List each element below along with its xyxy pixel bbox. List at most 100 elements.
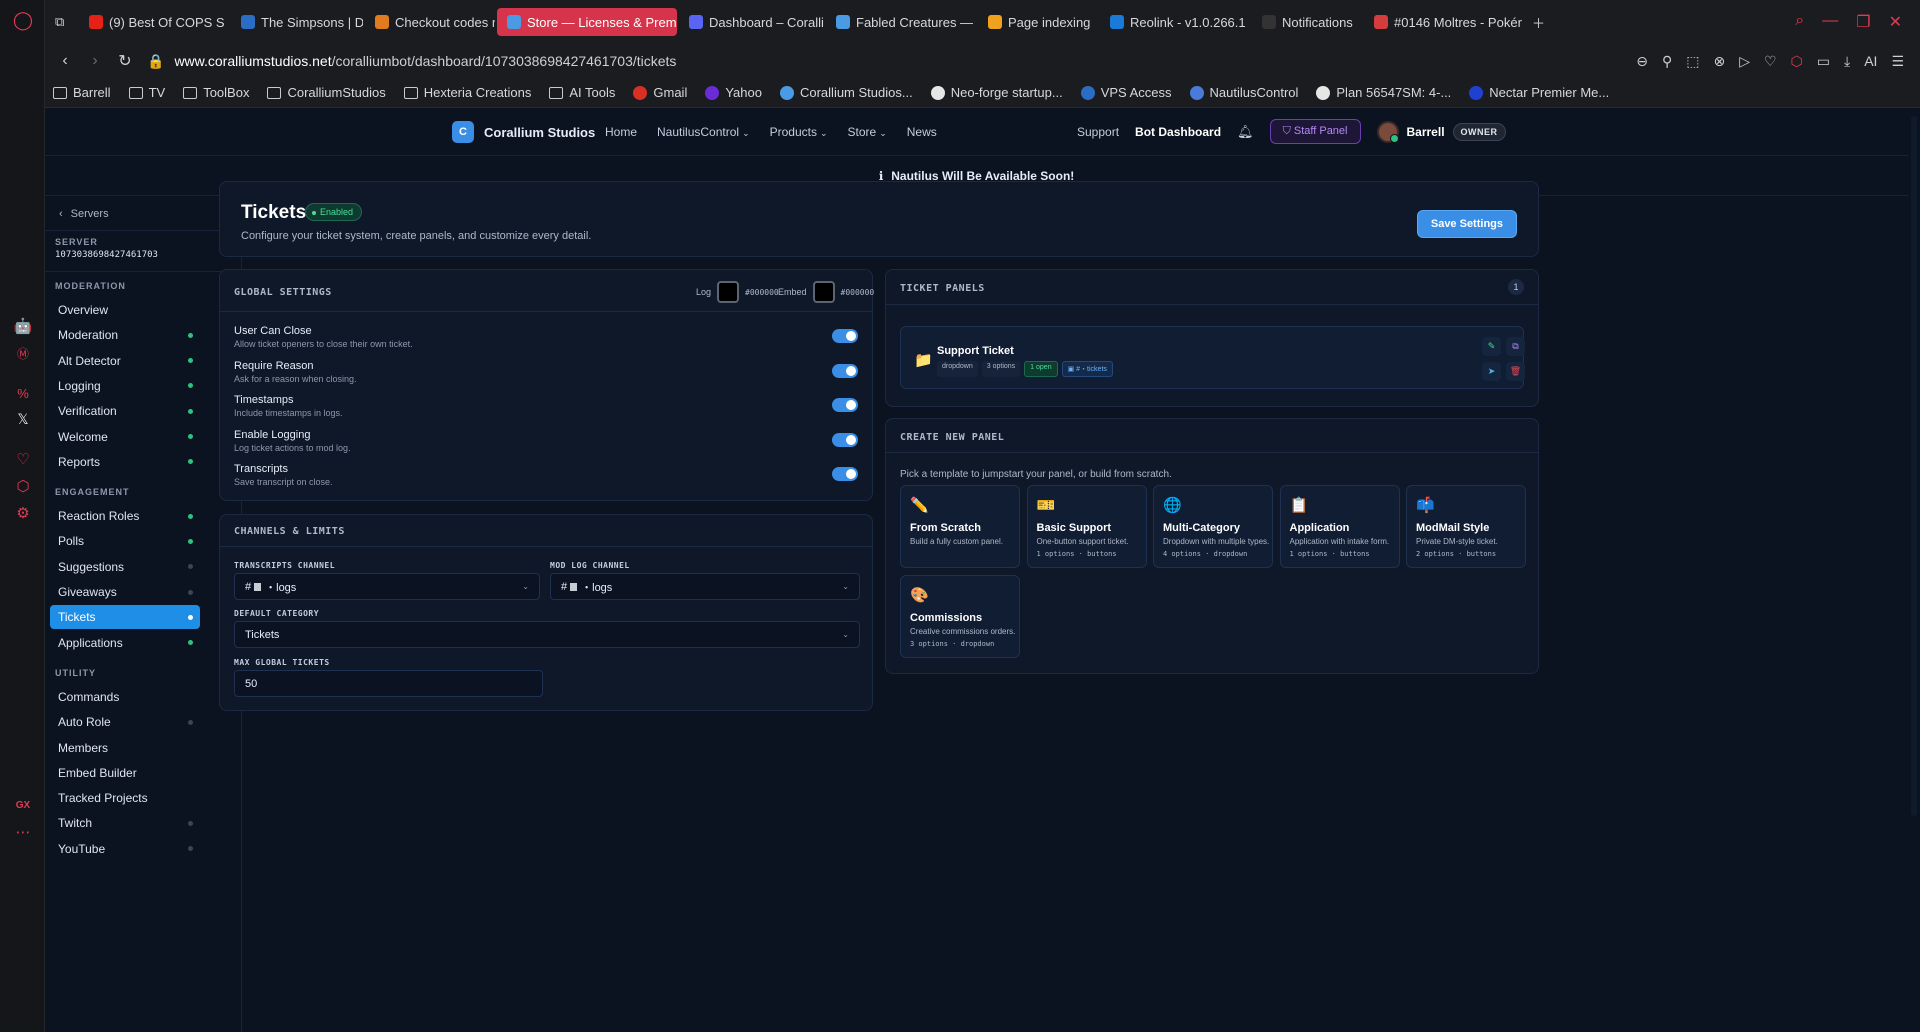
sidebar-item[interactable]: Alt Detector: [50, 349, 200, 373]
bookmark-item[interactable]: NautilusControl: [1189, 85, 1298, 100]
sidebar-item[interactable]: Embed Builder: [50, 761, 200, 785]
support-link[interactable]: Support: [1077, 125, 1119, 139]
adblock-icon[interactable]: ⊗: [1713, 53, 1725, 70]
ai-bot-icon[interactable]: 🤖: [13, 316, 33, 336]
bookmark-item[interactable]: Corallium Studios...: [779, 85, 913, 100]
sidebar-item[interactable]: Polls: [50, 529, 200, 553]
bookmark-item[interactable]: Nectar Premier Me...: [1469, 85, 1609, 100]
sidebar-item[interactable]: Auto Role: [50, 710, 200, 734]
bell-icon[interactable]: 🔔︎: [1237, 124, 1254, 140]
sidebar-item[interactable]: Welcome: [50, 425, 200, 449]
tab-7[interactable]: Page indexing: [978, 8, 1098, 36]
embed-color-swatch[interactable]: [812, 281, 835, 303]
save-settings-button[interactable]: Save Settings: [1416, 210, 1517, 238]
new-tab-button[interactable]: ＋: [1526, 8, 1551, 36]
send-panel-icon[interactable]: ➤: [1482, 362, 1501, 381]
edit-icon[interactable]: ✎: [1482, 337, 1501, 356]
embed-color-picker[interactable]: Embed #000000: [778, 281, 874, 303]
tab-8[interactable]: Reolink - v1.0.266.1: [1100, 8, 1250, 36]
bookmark-item[interactable]: CoralliumStudios: [267, 85, 386, 100]
nav-link[interactable]: NautilusControl ⌄: [657, 125, 750, 139]
sidebar-item[interactable]: Reaction Roles: [50, 504, 200, 528]
servers-back-link[interactable]: ‹ Servers ‹: [59, 208, 229, 220]
extensions-icon[interactable]: ⬡: [13, 476, 33, 496]
setting-toggle[interactable]: [832, 363, 858, 378]
log-color-picker[interactable]: Log #000000: [696, 281, 779, 303]
menu-icon[interactable]: ☰: [1891, 53, 1904, 70]
mail-icon[interactable]: Ⓜ: [13, 343, 33, 363]
reload-icon[interactable]: ↻: [117, 51, 133, 71]
tab-9[interactable]: Notifications: [1252, 8, 1362, 36]
heart-icon[interactable]: ♡: [13, 449, 33, 469]
sidebar-item[interactable]: YouTube: [50, 837, 200, 861]
percent-icon[interactable]: %: [13, 383, 33, 403]
nav-link[interactable]: Products ⌄: [770, 125, 828, 139]
sidebar-item[interactable]: Twitch: [50, 811, 200, 835]
template-card[interactable]: 📫 ModMail Style Private DM-style ticket. 2 …: [1406, 485, 1526, 568]
bookmark-item[interactable]: VPS Access: [1080, 85, 1172, 100]
tab-1[interactable]: (9) Best Of COPS S: [79, 8, 229, 36]
zoom-icon[interactable]: ⊖: [1636, 53, 1648, 70]
template-card[interactable]: 🎫 Basic Support One-button support ticket.…: [1026, 485, 1147, 568]
default-category-select[interactable]: Tickets ⌄: [234, 621, 860, 648]
bookmark-item[interactable]: Yahoo: [705, 85, 762, 100]
sidebar-item[interactable]: Commands: [50, 685, 200, 709]
log-color-swatch[interactable]: [717, 281, 740, 303]
restore-icon[interactable]: ❐: [1856, 12, 1870, 32]
transcripts-channel-select[interactable]: # ・logs ⌄: [234, 573, 540, 600]
sidebar-item[interactable]: Overview: [50, 298, 200, 322]
tab-3[interactable]: Checkout codes not g: [365, 8, 495, 36]
sidebar-item[interactable]: Moderation: [50, 323, 200, 347]
sidebar-item[interactable]: Tickets: [50, 605, 200, 630]
url-field[interactable]: 🔒 www.coralliumstudios.net/coralliumbot/…: [147, 53, 1622, 70]
setting-toggle[interactable]: [832, 467, 858, 481]
brand[interactable]: C Corallium Studios: [452, 121, 595, 143]
bot-dashboard-link[interactable]: Bot Dashboard: [1135, 125, 1221, 139]
template-card[interactable]: 🌐 Multi-Category Dropdown with multiple ty…: [1153, 485, 1273, 568]
setting-toggle[interactable]: [832, 398, 858, 412]
sidebar-item[interactable]: Giveaways: [50, 580, 200, 604]
tab-search-icon[interactable]: ⧉: [49, 8, 77, 36]
tab-5[interactable]: Dashboard – Coralliur: [679, 8, 824, 36]
x-twitter-icon[interactable]: 𝕏: [13, 409, 33, 429]
template-card[interactable]: 📋 Application Application with intake form…: [1279, 485, 1400, 568]
back-icon[interactable]: ‹: [57, 52, 73, 70]
scrollbar-thumb[interactable]: [1911, 116, 1917, 816]
sidebar-item[interactable]: Verification: [50, 399, 200, 423]
sidebar-item[interactable]: Suggestions: [50, 555, 200, 579]
staff-panel-button[interactable]: ⛉ Staff Panel: [1269, 119, 1361, 144]
bookmark-item[interactable]: Plan 56547SM: 4-...: [1316, 85, 1451, 100]
tab-10[interactable]: #0146 Moltres - Pokér: [1364, 8, 1524, 36]
opera-logo-icon[interactable]: ◯: [13, 10, 33, 30]
settings-gear-icon[interactable]: ⚙: [13, 503, 33, 523]
user-menu[interactable]: Barrell OWNER: [1376, 120, 1506, 143]
sidebar-item[interactable]: Tracked Projects: [50, 786, 200, 810]
snapshot-icon[interactable]: ⬚: [1686, 53, 1699, 70]
tab-2[interactable]: The Simpsons | Disne: [231, 8, 363, 36]
tab-4[interactable]: Store — Licenses & Premiu: [497, 8, 677, 36]
send-icon[interactable]: ▷: [1739, 53, 1750, 70]
nav-link[interactable]: Store ⌄: [848, 125, 887, 139]
mod-log-channel-select[interactable]: # ・logs ⌄: [550, 573, 860, 600]
ai-icon[interactable]: AI: [1864, 53, 1877, 69]
close-icon[interactable]: ✕: [1889, 12, 1902, 32]
bookmark-item[interactable]: TV: [128, 85, 165, 100]
panel-support-ticket[interactable]: 📁 Support Ticket dropdown 3 options 1 op…: [900, 326, 1525, 389]
bookmark-item[interactable]: Gmail: [633, 85, 687, 100]
sidebar-item[interactable]: Logging: [50, 374, 200, 398]
template-card[interactable]: 🎨 Commissions Creative commissions orders.…: [900, 575, 1020, 658]
template-card[interactable]: ✏️ From Scratch Build a fully custom panel…: [900, 485, 1020, 568]
gx-logo-icon[interactable]: GX: [13, 795, 33, 815]
pin-icon[interactable]: ⚲: [1662, 53, 1672, 70]
bookmark-item[interactable]: AI Tools: [549, 85, 615, 100]
forward-icon[interactable]: ›: [87, 52, 103, 70]
extensions-icon[interactable]: ⬡: [1791, 53, 1803, 70]
bookmark-item[interactable]: ToolBox: [183, 85, 249, 100]
wallet-icon[interactable]: ▭: [1817, 53, 1830, 70]
sidebar-item[interactable]: Applications: [50, 631, 200, 655]
favorite-icon[interactable]: ♡: [1764, 53, 1777, 70]
bookmark-item[interactable]: Barrell: [53, 85, 111, 100]
more-icon[interactable]: ⋯: [13, 822, 33, 842]
setting-toggle[interactable]: [832, 329, 858, 343]
sidebar-item[interactable]: Members: [50, 736, 200, 760]
